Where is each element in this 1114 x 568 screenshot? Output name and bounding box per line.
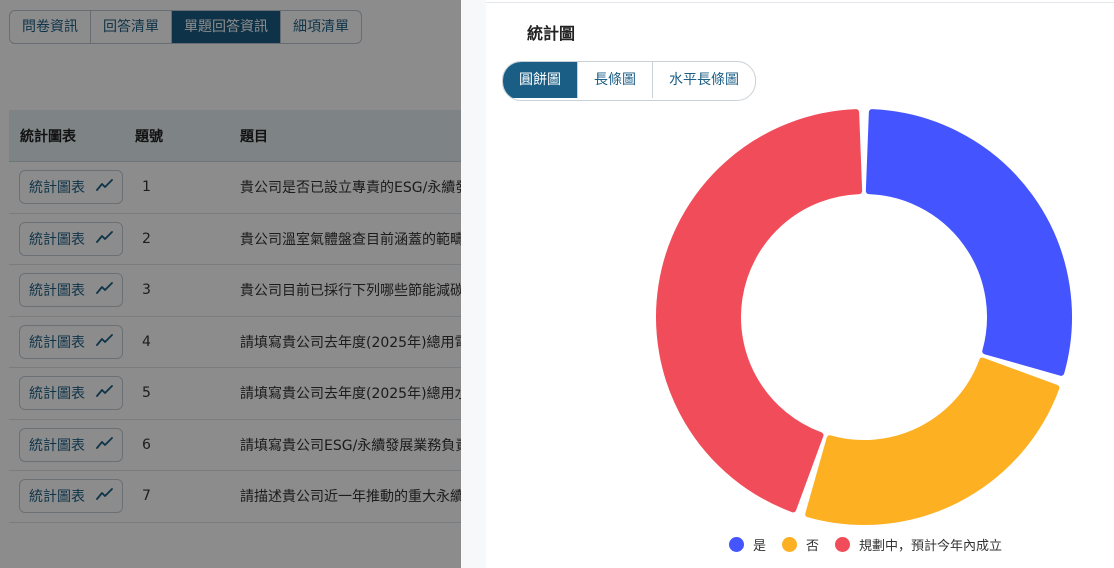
legend-label: 是 xyxy=(753,538,767,554)
legend-label: 規劃中，預計今年內成立 xyxy=(859,538,1003,554)
legend-dot xyxy=(835,536,851,552)
pie-slice-1[interactable] xyxy=(865,109,1072,376)
donut-chart xyxy=(656,109,1072,525)
legend-item[interactable]: 規劃中，預計今年內成立 xyxy=(835,535,1002,554)
legend-dot xyxy=(729,536,744,552)
legend-item[interactable]: 否 xyxy=(782,535,819,554)
chart-legend: 是 否 規劃中，預計今年內成立 xyxy=(729,534,1018,554)
legend-label: 否 xyxy=(806,538,820,554)
pie-slice-2[interactable] xyxy=(805,357,1060,525)
legend-dot xyxy=(782,536,798,552)
legend-item[interactable]: 是 xyxy=(729,535,766,554)
